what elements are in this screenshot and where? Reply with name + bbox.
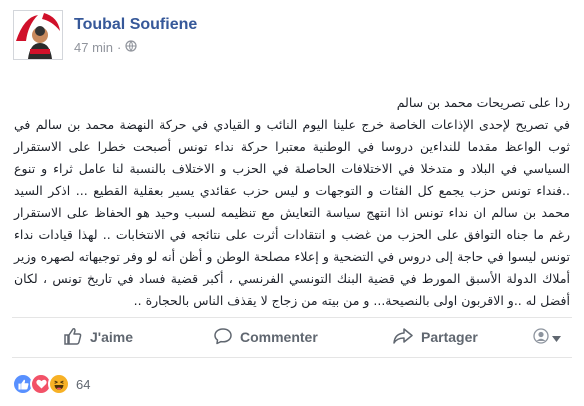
- audience-selector[interactable]: [533, 327, 561, 347]
- post-author[interactable]: Toubal Soufiene: [74, 16, 197, 34]
- comment-button[interactable]: Commenter: [214, 327, 318, 348]
- like-button[interactable]: J'aime: [64, 327, 133, 348]
- comment-icon: [214, 327, 232, 348]
- actions-divider-top: [12, 317, 572, 318]
- haha-reaction-icon: [48, 373, 70, 395]
- comment-label: Commenter: [240, 329, 318, 345]
- action-bar: J'aime Commenter Partager: [0, 320, 584, 354]
- reactions-summary[interactable]: 64: [12, 373, 90, 395]
- post-paragraph-heading: ردا على تصريحات محمد بن سالم: [396, 95, 570, 110]
- caret-down-icon: [552, 329, 561, 345]
- like-label: J'aime: [90, 329, 134, 345]
- thumbs-up-icon: [64, 327, 82, 348]
- share-label: Partager: [421, 329, 478, 345]
- globe-icon: [125, 40, 137, 55]
- share-icon: [393, 327, 413, 348]
- actions-divider-bottom: [12, 357, 572, 358]
- post-body: ردا على تصريحات محمد بن سالم في تصريح لإ…: [14, 92, 570, 312]
- post-meta: 47 min ·: [74, 40, 137, 55]
- meta-separator: ·: [117, 40, 122, 55]
- post-time[interactable]: 47 min: [74, 40, 113, 55]
- post-paragraph-main: في تصريح لإحدى الإذاعات الخاصة خرج علينا…: [14, 117, 570, 308]
- reaction-count[interactable]: 64: [76, 377, 90, 392]
- profile-circle-icon: [533, 327, 549, 347]
- share-button[interactable]: Partager: [393, 327, 478, 348]
- avatar[interactable]: [13, 10, 63, 60]
- profile-photo: [14, 11, 62, 59]
